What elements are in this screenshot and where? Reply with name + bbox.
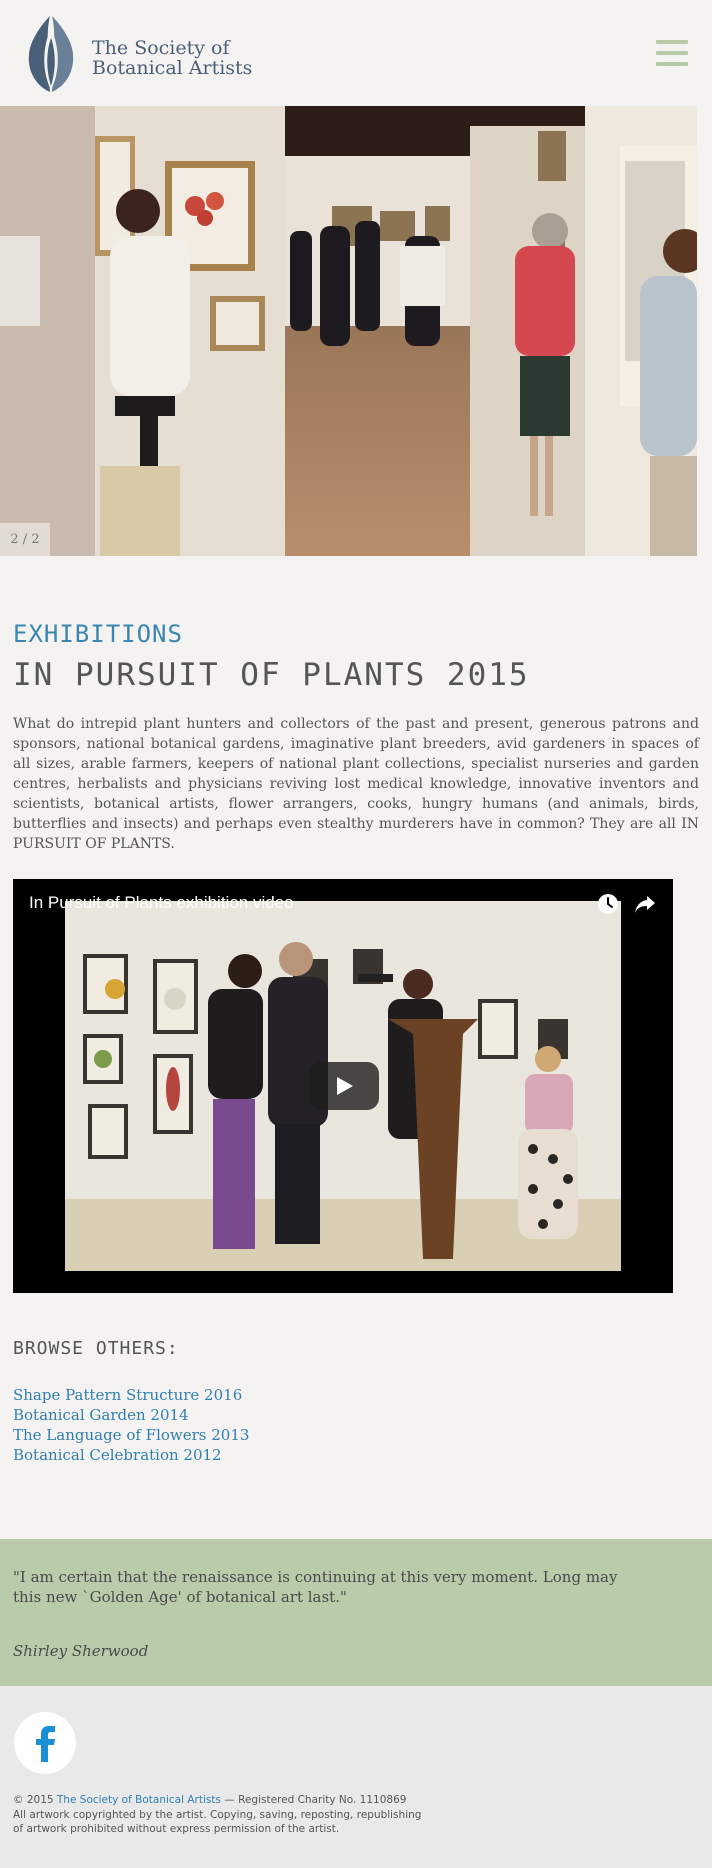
copyright-prefix: © 2015 bbox=[13, 1794, 57, 1806]
page-title: IN PURSUIT OF PLANTS 2015 bbox=[13, 657, 530, 693]
copyright-notice-line-3: of artwork prohibited without express pe… bbox=[13, 1823, 340, 1835]
brand-line-1: The Society of bbox=[92, 37, 230, 59]
exhibition-photo[interactable] bbox=[0, 106, 697, 556]
browse-link-language-of-flowers[interactable]: The Language of Flowers 2013 bbox=[13, 1425, 249, 1445]
slide-counter: 2 / 2 bbox=[0, 523, 50, 556]
gallery-photo-image bbox=[0, 106, 697, 556]
facebook-icon[interactable] bbox=[14, 1712, 76, 1774]
browse-link-shape-pattern-structure[interactable]: Shape Pattern Structure 2016 bbox=[13, 1385, 249, 1405]
footer-legal: © 2015 The Society of Botanical Artists … bbox=[13, 1793, 421, 1837]
browse-links-list: Shape Pattern Structure 2016 Botanical G… bbox=[13, 1385, 249, 1465]
browse-link-botanical-garden[interactable]: Botanical Garden 2014 bbox=[13, 1405, 249, 1425]
charity-number: — Registered Charity No. 1110869 bbox=[220, 1794, 407, 1806]
site-footer: © 2015 The Society of Botanical Artists … bbox=[0, 1686, 712, 1868]
browse-link-botanical-celebration[interactable]: Botanical Celebration 2012 bbox=[13, 1445, 249, 1465]
sba-logo[interactable] bbox=[20, 12, 82, 94]
copyright-notice-line-2: All artwork copyrighted by the artist. C… bbox=[13, 1808, 422, 1821]
clock-icon[interactable] bbox=[596, 892, 620, 916]
browse-others-heading: BROWSE OTHERS: bbox=[13, 1338, 179, 1359]
play-button[interactable] bbox=[309, 1062, 379, 1110]
intro-paragraph: What do intrepid plant hunters and colle… bbox=[13, 716, 699, 852]
hamburger-menu-icon[interactable] bbox=[656, 40, 688, 68]
copyright-line: © 2015 The Society of Botanical Artists … bbox=[13, 1793, 421, 1808]
footer-org-link[interactable]: The Society of Botanical Artists bbox=[57, 1794, 221, 1806]
site-header: The Society of Botanical Artists bbox=[0, 0, 712, 106]
quote-band: "I am certain that the renaissance is co… bbox=[0, 1539, 712, 1686]
play-icon bbox=[337, 1077, 353, 1095]
video-player[interactable]: In Pursuit of Plants exhibition video bbox=[13, 879, 673, 1293]
quote-text: "I am certain that the renaissance is co… bbox=[13, 1568, 618, 1606]
quote-author: Shirley Sherwood bbox=[13, 1642, 149, 1660]
section-eyebrow: EXHIBITIONS bbox=[13, 620, 183, 648]
video-title[interactable]: In Pursuit of Plants exhibition video bbox=[29, 893, 294, 913]
share-icon[interactable] bbox=[633, 892, 657, 916]
brand-name[interactable]: The Society of Botanical Artists bbox=[92, 38, 252, 78]
brand-line-2: Botanical Artists bbox=[92, 57, 253, 79]
